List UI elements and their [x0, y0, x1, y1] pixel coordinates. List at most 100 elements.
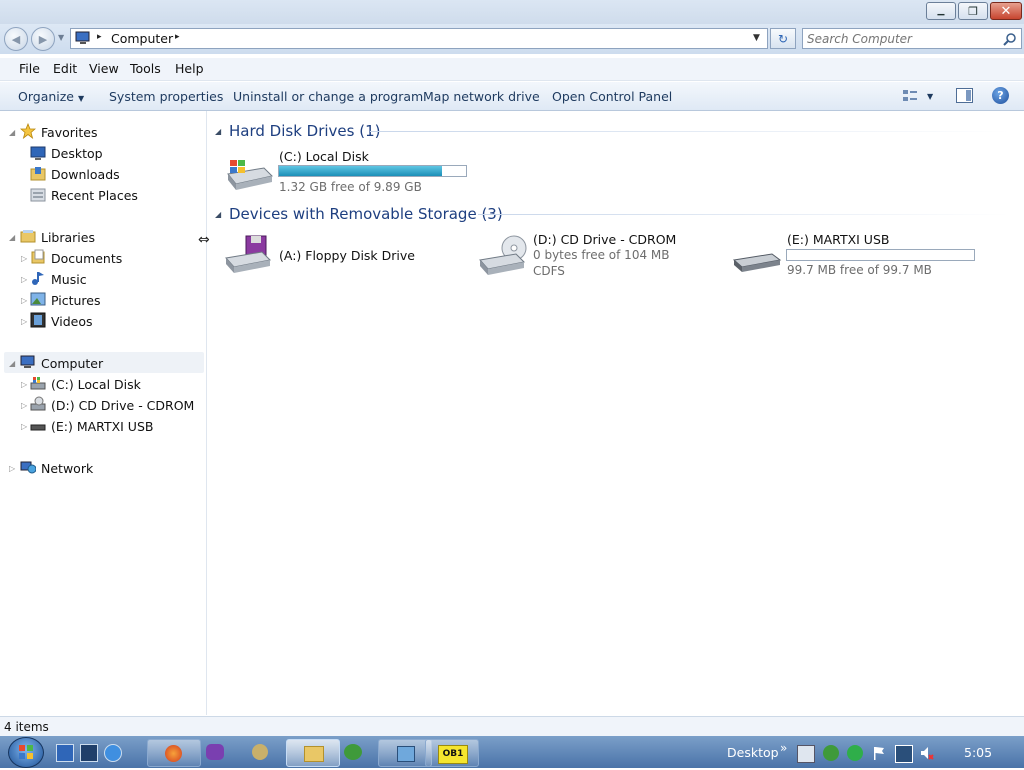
maximize-button[interactable]: ❐: [958, 2, 988, 20]
videos-icon: [30, 312, 46, 328]
nav-computer[interactable]: Computer: [41, 356, 103, 371]
expand-local-disk-icon[interactable]: ▷: [21, 380, 27, 389]
nav-videos[interactable]: Videos: [51, 314, 93, 329]
expand-favorites-icon[interactable]: ◢: [9, 128, 15, 137]
clock[interactable]: 5:05: [964, 745, 992, 760]
internet-explorer-icon[interactable]: [104, 744, 122, 762]
nav-usb-drive[interactable]: (E:) MARTXI USB: [51, 419, 153, 434]
nav-recent-places[interactable]: Recent Places: [51, 188, 138, 203]
menu-tools[interactable]: Tools: [130, 61, 161, 76]
group-divider: [370, 131, 1010, 132]
expand-videos-icon[interactable]: ▷: [21, 317, 27, 326]
minimize-icon: ▁: [937, 6, 945, 16]
item-count: 4 items: [4, 720, 49, 734]
menu-file[interactable]: File: [19, 61, 40, 76]
close-icon: ✕: [1000, 3, 1012, 19]
forward-arrow-icon: ▶: [38, 32, 48, 46]
nav-downloads[interactable]: Downloads: [51, 167, 120, 182]
drive-c-name: (C:) Local Disk: [279, 149, 369, 164]
nav-pictures[interactable]: Pictures: [51, 293, 101, 308]
map-network-drive-button[interactable]: Map network drive: [423, 89, 540, 104]
breadcrumb-separator[interactable]: ▸: [97, 32, 102, 42]
ob1-icon: OB1: [438, 745, 468, 764]
action-center-flag-icon[interactable]: [871, 745, 887, 761]
expand-usb-icon[interactable]: ▷: [21, 422, 27, 431]
taskbar-app-window[interactable]: [378, 739, 432, 767]
change-view-button[interactable]: [902, 88, 918, 104]
removable-group-header[interactable]: Devices with Removable Storage (3): [229, 205, 503, 223]
collapse-hdd-group-icon[interactable]: ◢: [215, 127, 221, 136]
taskbar-ob1[interactable]: OB1: [425, 739, 479, 767]
expand-computer-icon[interactable]: ◢: [9, 359, 15, 368]
tray-security-icon[interactable]: [847, 745, 863, 761]
menu-help[interactable]: Help: [175, 61, 204, 76]
expand-cd-drive-icon[interactable]: ▷: [21, 401, 27, 410]
breadcrumb-trailing-separator[interactable]: ▸: [175, 32, 180, 42]
help-button[interactable]: ?: [992, 87, 1009, 104]
organize-button[interactable]: Organize ▼: [18, 89, 84, 104]
tray-network-status-icon[interactable]: [895, 745, 913, 763]
nav-cd-drive[interactable]: (D:) CD Drive - CDROM: [51, 398, 194, 413]
nav-network[interactable]: Network: [41, 461, 93, 476]
system-properties-button[interactable]: System properties: [109, 89, 223, 104]
drive-c-usage-fill: [279, 166, 442, 176]
collapse-removable-group-icon[interactable]: ◢: [215, 210, 221, 219]
nav-documents[interactable]: Documents: [51, 251, 122, 266]
refresh-button[interactable]: ↻: [770, 28, 796, 49]
local-disk-icon: [30, 377, 46, 390]
nav-local-disk[interactable]: (C:) Local Disk: [51, 377, 141, 392]
menu-view[interactable]: View: [89, 61, 119, 76]
menu-edit[interactable]: Edit: [53, 61, 77, 76]
network-app-icon[interactable]: [344, 744, 362, 760]
show-desktop-quicklaunch-icon[interactable]: [56, 744, 74, 762]
address-dropdown-icon[interactable]: ▼: [753, 33, 760, 43]
group-divider: [478, 214, 1010, 215]
desktop-toolbar-label[interactable]: Desktop: [727, 745, 779, 760]
nav-desktop[interactable]: Desktop: [51, 146, 103, 161]
tray-document-icon[interactable]: [797, 745, 815, 763]
nav-favorites[interactable]: Favorites: [41, 125, 97, 140]
taskbar-explorer[interactable]: [286, 739, 340, 767]
local-disk-drive-icon: [227, 160, 273, 190]
expand-pictures-icon[interactable]: ▷: [21, 296, 27, 305]
uninstall-program-button[interactable]: Uninstall or change a program: [233, 89, 423, 104]
expand-network-icon[interactable]: ▷: [9, 464, 15, 473]
back-button[interactable]: ◀: [4, 27, 28, 51]
switch-windows-icon[interactable]: [80, 744, 98, 762]
search-input[interactable]: [807, 30, 997, 47]
drive-e-name: (E:) MARTXI USB: [787, 232, 890, 247]
open-control-panel-button[interactable]: Open Control Panel: [552, 89, 672, 104]
tray-network-app-icon[interactable]: [823, 745, 839, 761]
expand-documents-icon[interactable]: ▷: [21, 254, 27, 263]
breadcrumb-computer[interactable]: Computer: [111, 31, 173, 46]
messenger-icon[interactable]: [206, 744, 224, 760]
taskbar-firefox[interactable]: [147, 739, 201, 767]
usb-drive-drive-icon: [732, 253, 782, 272]
preview-pane-icon: [966, 90, 971, 101]
recent-places-icon: [30, 188, 46, 202]
minimize-button[interactable]: ▁: [926, 2, 956, 20]
cd-drive-drive-icon: [479, 235, 527, 275]
drive-d-name: (D:) CD Drive - CDROM: [533, 232, 677, 247]
nav-music[interactable]: Music: [51, 272, 87, 287]
downloads-folder-icon: [30, 167, 46, 181]
volume-muted-icon[interactable]: [919, 745, 935, 761]
app-icon[interactable]: [252, 744, 268, 760]
preview-pane-button[interactable]: [956, 88, 973, 103]
address-bar[interactable]: ▸ Computer ▸ ▼: [70, 28, 768, 49]
drive-c-free-space: 1.32 GB free of 9.89 GB: [279, 180, 422, 194]
drive-c-usage-bar: [278, 165, 467, 177]
nav-libraries[interactable]: Libraries: [41, 230, 95, 245]
recent-pages-dropdown[interactable]: ▼: [58, 33, 64, 42]
view-options-chevron-icon[interactable]: ▼: [927, 92, 933, 101]
forward-button[interactable]: ▶: [31, 27, 55, 51]
hdd-group-header[interactable]: Hard Disk Drives (1): [229, 122, 380, 140]
expand-music-icon[interactable]: ▷: [21, 275, 27, 284]
expand-libraries-icon[interactable]: ◢: [9, 233, 15, 242]
magnifier-icon[interactable]: [1003, 32, 1017, 46]
start-button[interactable]: [8, 737, 44, 768]
drive-e-free-space: 99.7 MB free of 99.7 MB: [787, 263, 932, 277]
search-box[interactable]: [802, 28, 1022, 49]
close-button[interactable]: ✕: [990, 2, 1022, 20]
toolbar-chevron-icon[interactable]: »: [780, 741, 787, 755]
